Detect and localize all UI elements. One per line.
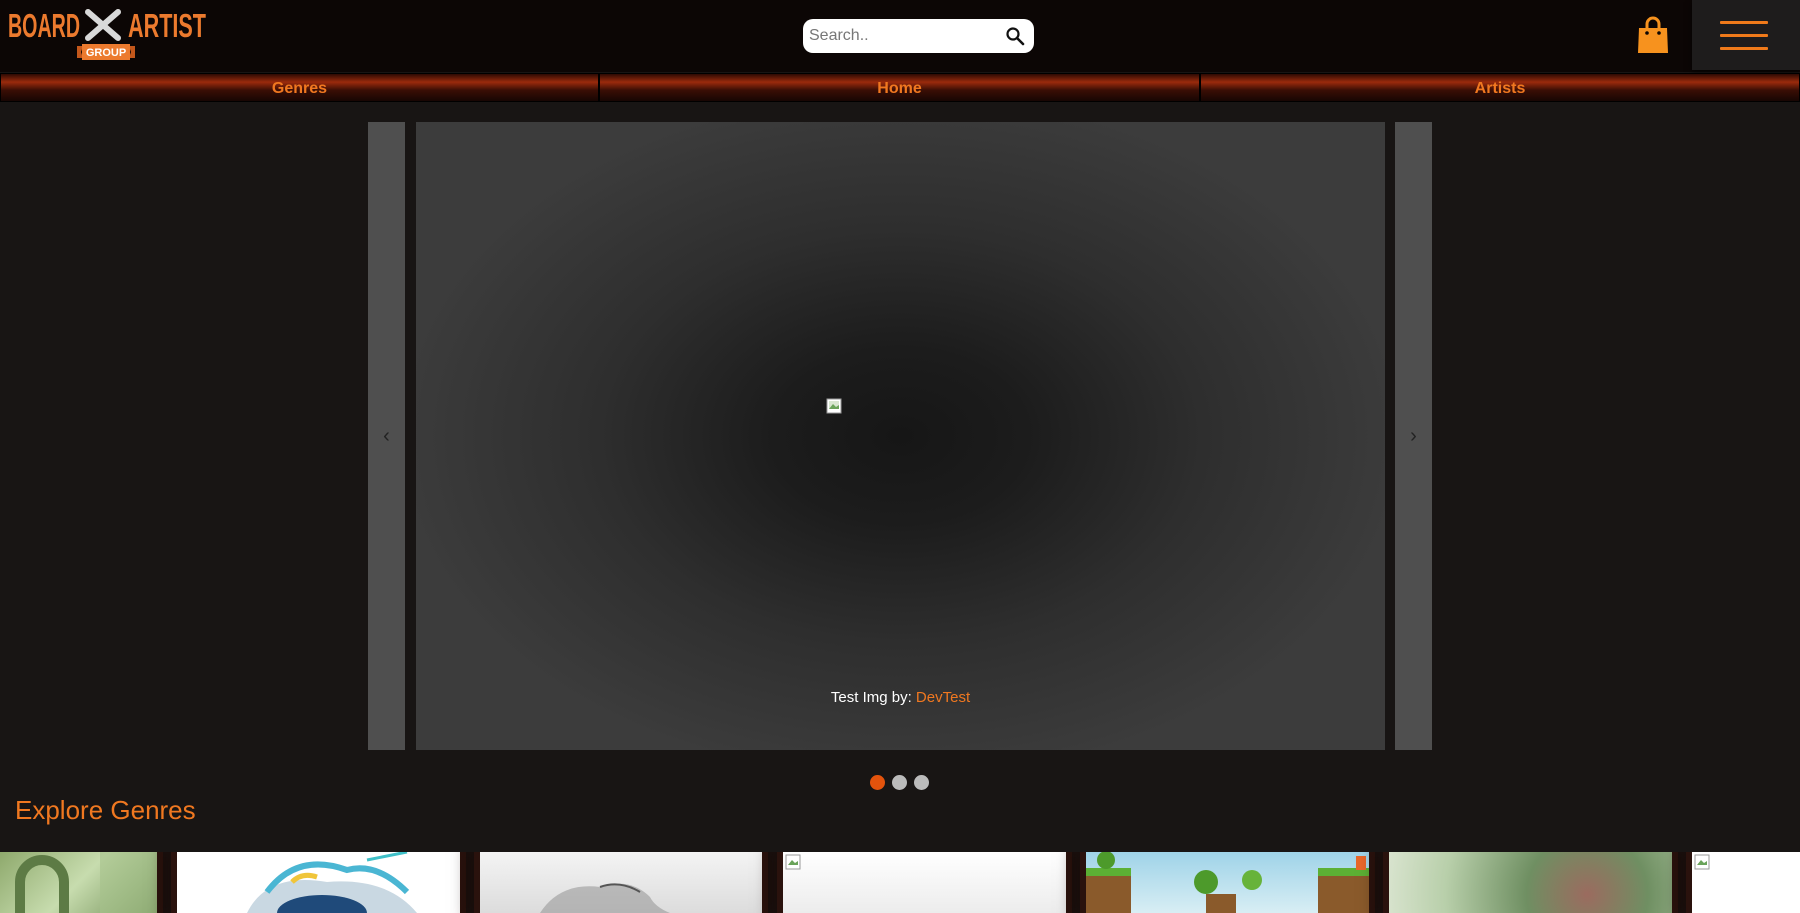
genre-thumbnail	[15, 852, 157, 913]
carousel-next-button[interactable]: ›	[1395, 122, 1432, 750]
search-bar	[803, 19, 1034, 53]
nav-item-home[interactable]: Home	[599, 73, 1200, 102]
genre-card[interactable]	[1389, 852, 1672, 913]
carousel-dot[interactable]	[914, 775, 929, 790]
carousel-prev-button[interactable]: ‹	[368, 122, 405, 750]
search-icon[interactable]	[1005, 26, 1025, 46]
caption-artist-link[interactable]: DevTest	[916, 689, 970, 706]
menu-bar-icon	[1720, 21, 1768, 24]
carousel-slide: Test Img by: DevTest	[416, 122, 1385, 750]
genre-thumbnail	[540, 883, 670, 913]
broken-image-icon	[826, 398, 842, 414]
genre-card[interactable]	[783, 852, 1066, 913]
genre-card[interactable]	[177, 852, 460, 913]
logo-artist-text: ARTIST	[128, 7, 206, 44]
search-input[interactable]	[809, 19, 999, 53]
carousel-dot[interactable]	[892, 775, 907, 790]
genre-card[interactable]	[0, 852, 157, 913]
genre-thumbnail	[247, 852, 417, 913]
nav-item-genres[interactable]: Genres	[0, 73, 599, 102]
chevron-right-icon: ›	[1410, 425, 1417, 447]
logo-group-text: GROUP	[86, 47, 126, 59]
site-logo[interactable]: BOARD ARTIST GROUP	[8, 6, 208, 66]
crossed-pencils-icon	[85, 9, 121, 41]
slide-caption: Test Img by: DevTest	[416, 689, 1385, 706]
main-nav: Genres Home Artists	[0, 73, 1800, 102]
explore-genres-heading: Explore Genres	[15, 795, 196, 825]
logo-board-text: BOARD	[8, 7, 80, 44]
genre-thumbnail	[1086, 852, 1369, 913]
menu-bar-icon	[1720, 47, 1768, 50]
nav-item-artists[interactable]: Artists	[1200, 73, 1800, 102]
chevron-left-icon: ‹	[383, 425, 390, 447]
genre-card[interactable]	[480, 852, 762, 913]
shopping-bag-icon[interactable]	[1636, 15, 1670, 55]
genre-card[interactable]	[1692, 852, 1800, 913]
menu-bar-icon	[1720, 34, 1768, 37]
broken-image-icon	[785, 854, 801, 870]
broken-image-icon	[1694, 854, 1710, 870]
genre-card[interactable]	[1086, 852, 1369, 913]
carousel-indicators	[870, 775, 930, 791]
caption-prefix: Test Img by:	[830, 689, 916, 706]
site-header: BOARD ARTIST GROUP	[0, 0, 1800, 72]
carousel-dot-active[interactable]	[870, 775, 885, 790]
hamburger-menu-button[interactable]	[1692, 0, 1800, 70]
genre-card-row	[0, 852, 1800, 913]
logo-graphic: BOARD ARTIST GROUP	[8, 7, 206, 60]
